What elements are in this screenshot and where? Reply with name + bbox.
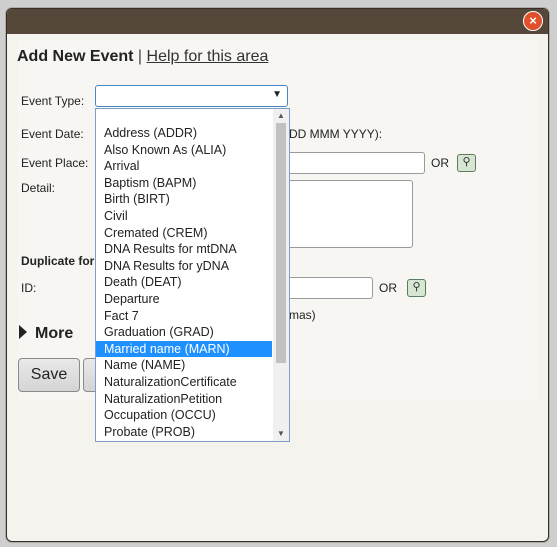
id-label: ID: xyxy=(21,281,37,295)
dropdown-option[interactable]: Name (NAME) xyxy=(96,357,272,374)
scroll-thumb[interactable] xyxy=(276,123,286,363)
event-place-input[interactable] xyxy=(287,152,425,174)
dropdown-option[interactable]: Also Known As (ALIA) xyxy=(96,142,272,159)
id-lookup-icon[interactable]: ⚲ xyxy=(407,279,426,297)
dropdown-option[interactable]: Married name (MARN) xyxy=(96,340,272,358)
dropdown-option[interactable]: Civil xyxy=(96,208,272,225)
dropdown-option[interactable]: Departure xyxy=(96,291,272,308)
event-place-label: Event Place: xyxy=(21,156,89,170)
more-toggle[interactable]: More xyxy=(19,325,73,343)
dropdown-option[interactable]: Probate (PROB) xyxy=(96,424,272,441)
dialog-titlebar[interactable]: × xyxy=(7,9,548,34)
scroll-up-icon[interactable]: ▲ xyxy=(273,109,289,123)
dropdown-option[interactable]: Death (DEAT) xyxy=(96,274,272,291)
dropdown-option[interactable]: Graduation (GRAD) xyxy=(96,324,272,341)
dropdown-option[interactable]: Address (ADDR) xyxy=(96,125,272,142)
page-title: Add New Event xyxy=(17,48,134,65)
dropdown-option[interactable]: Cremated (CREM) xyxy=(96,225,272,242)
scroll-down-icon[interactable]: ▼ xyxy=(273,427,289,441)
id-or-label: OR xyxy=(379,281,397,295)
dropdown-option[interactable]: DNA Results for mtDNA xyxy=(96,241,272,258)
dropdown-option[interactable]: Arrival xyxy=(96,158,272,175)
date-format-hint: DD MMM YYYY): xyxy=(289,127,383,141)
close-icon[interactable]: × xyxy=(523,11,543,31)
id-hint: mas) xyxy=(289,308,316,322)
save-button[interactable]: Save xyxy=(18,358,80,392)
dropdown-option[interactable]: Fact 7 xyxy=(96,308,272,325)
dialog-heading: Add New Event | Help for this area xyxy=(17,48,268,66)
dropdown-option[interactable]: Occupation (OCCU) xyxy=(96,407,272,424)
more-label: More xyxy=(35,325,74,342)
event-type-label: Event Type: xyxy=(21,94,85,108)
dropdown-option[interactable]: NaturalizationCertificate xyxy=(96,374,272,391)
place-or-label: OR xyxy=(431,156,449,170)
event-type-dropdown[interactable]: Address (ADDR) Also Known As (ALIA) Arriva… xyxy=(95,108,290,442)
dropdown-option[interactable]: Birth (BIRT) xyxy=(96,191,272,208)
dropdown-option[interactable]: NaturalizationPetition xyxy=(96,391,272,408)
title-separator: | xyxy=(137,48,143,65)
detail-textarea[interactable] xyxy=(287,180,413,248)
help-link[interactable]: Help for this area xyxy=(147,48,269,65)
chevron-down-icon: ▼ xyxy=(272,89,282,100)
dropdown-option[interactable]: Baptism (BAPM) xyxy=(96,175,272,192)
duplicate-for-label: Duplicate for xyxy=(21,254,95,268)
place-lookup-icon[interactable]: ⚲ xyxy=(457,154,476,172)
event-type-select[interactable]: ▼ xyxy=(95,85,288,107)
detail-label: Detail: xyxy=(21,181,56,195)
dropdown-scrollbar[interactable]: ▲ ▼ xyxy=(273,109,289,441)
event-date-label: Event Date: xyxy=(21,127,84,141)
dropdown-option[interactable]: DNA Results for yDNA xyxy=(96,258,272,275)
dropdown-options: Address (ADDR) Also Known As (ALIA) Arriva… xyxy=(96,125,272,440)
id-input[interactable] xyxy=(287,277,373,299)
expand-triangle-icon xyxy=(19,325,27,339)
